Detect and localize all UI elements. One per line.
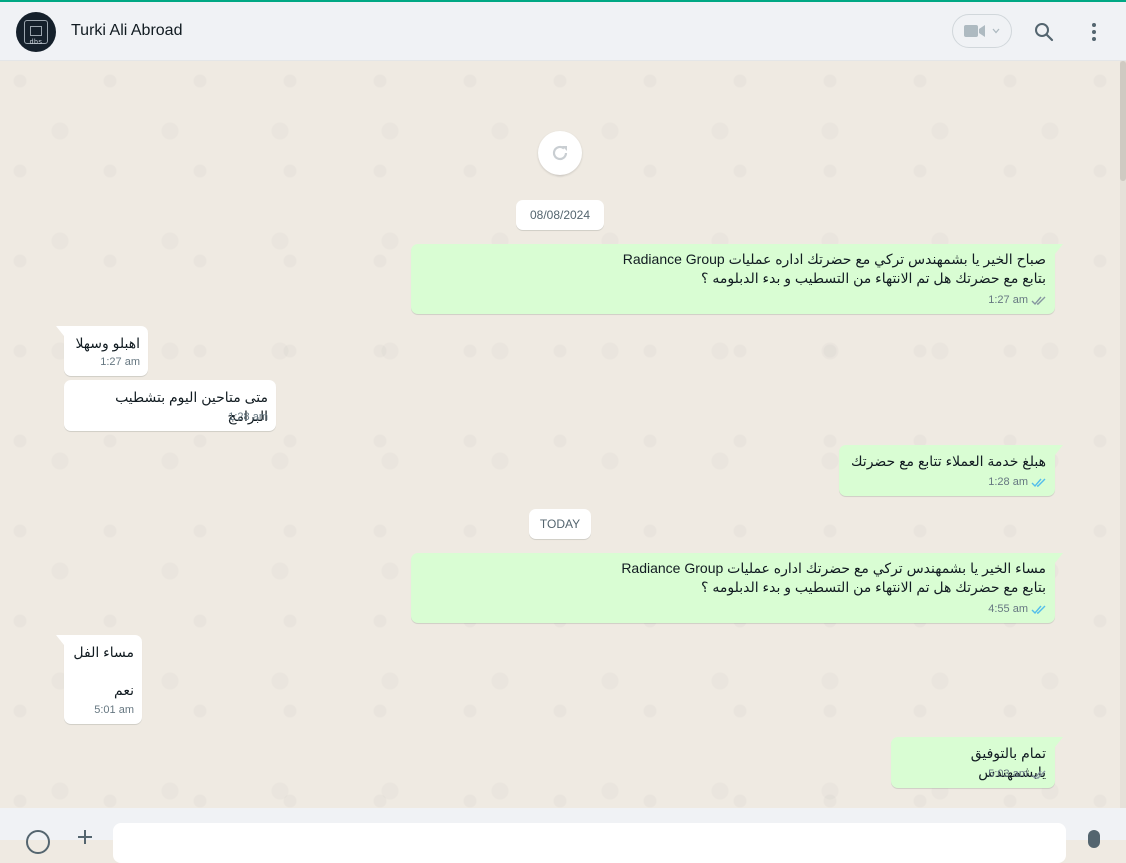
delivered-ticks-icon	[1031, 295, 1047, 306]
chat-header: dbs Turki Ali Abroad	[0, 2, 1126, 61]
message-meta: 5:01 am	[94, 701, 134, 720]
contact-name[interactable]: Turki Ali Abroad	[71, 22, 182, 40]
message-meta: 1:27 am	[988, 291, 1047, 310]
delivered-ticks-icon	[1031, 769, 1047, 780]
message-meta: 1:28 am	[228, 408, 268, 427]
message-text: هبلغ خدمة العملاء تتابع مع حضرتك	[851, 453, 1046, 469]
refresh-icon	[552, 145, 568, 161]
message-meta: 4:55 am	[988, 600, 1047, 619]
message-text: اهبلو وسهلا	[75, 335, 140, 351]
message-input[interactable]	[113, 823, 1066, 863]
message-time: 1:27 am	[988, 294, 1028, 306]
avatar-label: dbs	[29, 39, 43, 46]
load-older-button[interactable]	[538, 131, 582, 175]
message-time: 5:03 am	[988, 768, 1028, 780]
message-time: 1:27 am	[100, 356, 140, 368]
date-separator: 08/08/2024	[516, 200, 604, 230]
menu-button[interactable]	[1082, 20, 1106, 44]
microphone-icon[interactable]	[1088, 830, 1100, 848]
message-time: 4:55 am	[988, 603, 1028, 615]
compose-bar	[0, 808, 1126, 863]
video-call-button[interactable]	[952, 14, 1012, 48]
message-meta: 1:27 am	[100, 353, 140, 372]
attach-icon[interactable]	[78, 830, 92, 844]
emoji-icon[interactable]	[26, 830, 50, 854]
scrollbar-thumb[interactable]	[1120, 61, 1126, 181]
message-bubble-outgoing[interactable]: مساء الخير يا بشمهندس تركي مع حضرتك ادار…	[411, 553, 1063, 623]
message-text: مساء الخير يا بشمهندس تركي مع حضرتك ادار…	[621, 560, 1046, 595]
date-separator: TODAY	[529, 509, 591, 539]
message-bubble-incoming[interactable]: اهبلو وسهلا 1:27 am	[56, 326, 148, 376]
read-ticks-icon	[1031, 604, 1047, 615]
message-meta: 1:28 am	[988, 473, 1047, 492]
message-time: 5:01 am	[94, 704, 134, 716]
read-ticks-icon	[1031, 477, 1047, 488]
search-icon	[1035, 23, 1054, 42]
message-meta: 5:03 am	[988, 765, 1047, 784]
message-bubble-outgoing[interactable]: صباح الخير يا بشمهندس تركي مع حضرتك ادار…	[411, 244, 1063, 314]
menu-icon	[1092, 23, 1096, 41]
chevron-down-icon	[992, 28, 1000, 34]
message-bubble-outgoing[interactable]: هبلغ خدمة العملاء تتابع مع حضرتك 1:28 am	[839, 445, 1063, 496]
search-button[interactable]	[1032, 20, 1056, 44]
message-text: صباح الخير يا بشمهندس تركي مع حضرتك ادار…	[622, 251, 1046, 286]
message-text: مساء الفل نعم	[73, 644, 134, 698]
video-call-icon	[964, 25, 985, 37]
message-bubble-outgoing[interactable]: تمام بالتوفيق يابشمهندس 5:03 am	[891, 737, 1063, 788]
message-bubble-incoming[interactable]: مساء الفل نعم 5:01 am	[56, 635, 142, 724]
message-bubble-incoming[interactable]: متى متاحين اليوم بتشطيب البرامج 1:28 am	[64, 380, 276, 431]
avatar[interactable]: dbs	[16, 12, 56, 52]
message-time: 1:28 am	[228, 411, 268, 423]
message-time: 1:28 am	[988, 476, 1028, 488]
